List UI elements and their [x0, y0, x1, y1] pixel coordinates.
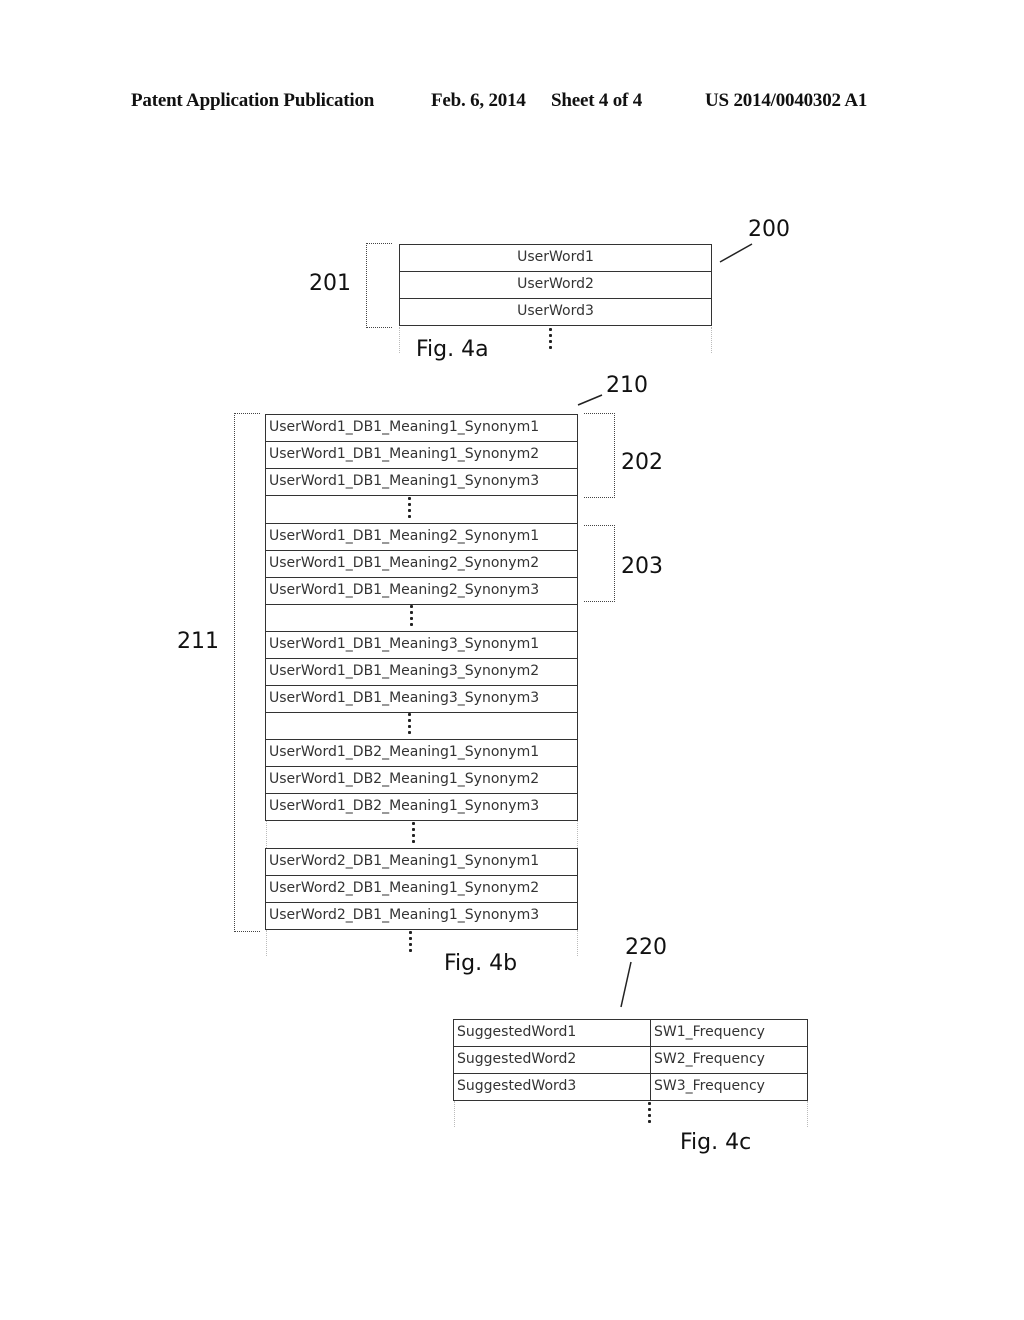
continuation-edge: [577, 821, 578, 848]
continuation-dots: [412, 822, 415, 846]
continuation-dots: [409, 931, 412, 955]
continuation-gap: [265, 604, 578, 632]
ref-label-203: 203: [621, 554, 663, 579]
bracket-202: [584, 413, 615, 498]
synonym-row: UserWord2_DB1_Meaning1_Synonym3: [265, 902, 578, 930]
bracket-211: [234, 413, 260, 932]
continuation-gap: [265, 712, 578, 740]
continuation-dots: [408, 713, 411, 737]
synonym-row: UserWord1_DB1_Meaning1_Synonym1: [265, 414, 578, 442]
figure-caption-4c: Fig. 4c: [680, 1130, 752, 1155]
synonym-row: UserWord2_DB1_Meaning1_Synonym2: [265, 875, 578, 903]
userword-row: UserWord3: [399, 298, 712, 326]
sheet-number: Sheet 4 of 4: [551, 90, 643, 111]
publication-label: Patent Application Publication: [131, 90, 375, 111]
bracket-203: [584, 525, 615, 602]
suggested-word-cell: SuggestedWord2: [453, 1046, 651, 1074]
suggested-word-cell: SuggestedWord3: [453, 1073, 651, 1101]
figure-caption-4b: Fig. 4b: [444, 951, 518, 976]
synonym-row: UserWord1_DB1_Meaning3_Synonym1: [265, 631, 578, 659]
synonym-row: UserWord1_DB2_Meaning1_Synonym1: [265, 739, 578, 767]
frequency-cell: SW3_Frequency: [650, 1073, 808, 1101]
continuation-dots: [410, 605, 413, 629]
publication-date: Feb. 6, 2014: [431, 90, 526, 111]
continuation-edge: [399, 327, 400, 353]
continuation-dots: [549, 328, 552, 352]
synonym-row: UserWord1_DB1_Meaning1_Synonym2: [265, 441, 578, 469]
synonym-row: UserWord1_DB1_Meaning1_Synonym3: [265, 468, 578, 496]
synonym-row: UserWord1_DB2_Meaning1_Synonym3: [265, 793, 578, 821]
continuation-edge: [711, 327, 712, 353]
patent-number: US 2014/0040302 A1: [705, 90, 868, 111]
synonym-row: UserWord2_DB1_Meaning1_Synonym1: [265, 848, 578, 876]
ref-label-211: 211: [177, 629, 219, 654]
synonym-row: UserWord1_DB1_Meaning3_Synonym2: [265, 658, 578, 686]
continuation-dots: [648, 1102, 651, 1126]
figure-caption-4a: Fig. 4a: [416, 337, 489, 362]
suggested-word-cell: SuggestedWord1: [453, 1019, 651, 1047]
userword-row: UserWord2: [399, 271, 712, 299]
leader-line-220: [620, 961, 632, 1008]
continuation-edge: [266, 930, 267, 956]
ref-label-200: 200: [748, 217, 790, 242]
userword-row: UserWord1: [399, 244, 712, 272]
ref-label-210: 210: [606, 373, 648, 398]
synonym-row: UserWord1_DB1_Meaning2_Synonym2: [265, 550, 578, 578]
frequency-cell: SW1_Frequency: [650, 1019, 808, 1047]
continuation-edge: [807, 1101, 808, 1127]
frequency-cell: SW2_Frequency: [650, 1046, 808, 1074]
ref-label-202: 202: [621, 450, 663, 475]
synonym-row: UserWord1_DB1_Meaning2_Synonym3: [265, 577, 578, 605]
continuation-edge: [454, 1101, 455, 1127]
ref-label-201: 201: [309, 271, 351, 296]
bracket-201: [366, 243, 392, 328]
synonym-row: UserWord1_DB2_Meaning1_Synonym2: [265, 766, 578, 794]
ref-label-220: 220: [625, 935, 667, 960]
synonym-row: UserWord1_DB1_Meaning3_Synonym3: [265, 685, 578, 713]
continuation-edge: [266, 821, 267, 848]
continuation-dots: [408, 497, 411, 521]
continuation-edge: [577, 930, 578, 956]
synonym-row: UserWord1_DB1_Meaning2_Synonym1: [265, 523, 578, 551]
continuation-gap: [265, 495, 578, 524]
